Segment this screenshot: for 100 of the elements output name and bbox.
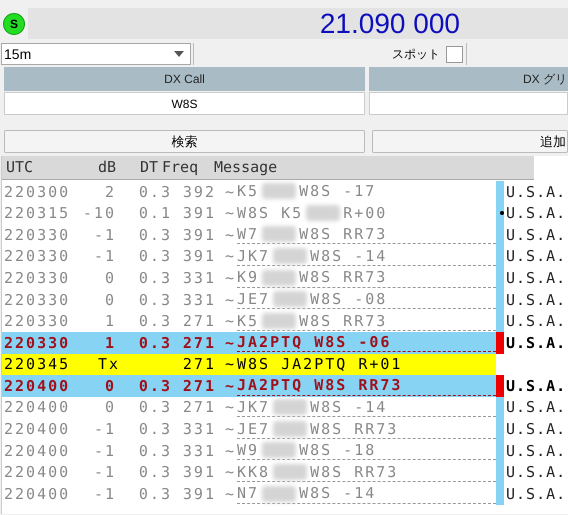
message-row[interactable]: 220400 -1 0.3 391 ~ N7 W8S -14 bbox=[2, 483, 496, 505]
utc-cell-text: 220330 bbox=[3, 268, 72, 289]
freq-cell-text: 271 bbox=[182, 311, 216, 332]
dt-cell-text: 0.3 bbox=[138, 268, 172, 289]
country-cell-text: U.S.A. bbox=[506, 311, 566, 332]
db-cell-text: -1 bbox=[92, 224, 116, 246]
freq-cell-text: 391 bbox=[182, 484, 216, 505]
country-cell-text: U.S.A. bbox=[506, 440, 566, 462]
dt-cell-text: 0.3 bbox=[138, 462, 172, 484]
message-row[interactable]: 220400 -1 0.3 331 ~ JE7 W8S RR73 bbox=[2, 418, 496, 440]
separator-cell-text: ~ bbox=[224, 397, 234, 418]
message-row[interactable]: 220400 -1 0.3 391 ~ KK8 W8S RR73 bbox=[2, 462, 496, 484]
message-text: K5 bbox=[237, 181, 260, 202]
message-text: W8S -14 bbox=[310, 396, 388, 418]
db-cell-text: 1 bbox=[104, 332, 116, 354]
spot-checkbox[interactable] bbox=[446, 46, 463, 62]
redaction-blur bbox=[273, 464, 308, 480]
redaction-blur bbox=[273, 248, 308, 264]
db-cell-text: -1 bbox=[92, 440, 116, 462]
db-cell-text: 0 bbox=[104, 290, 116, 311]
redaction-blur bbox=[262, 183, 296, 200]
utc-cell-text: 220400 bbox=[3, 462, 72, 484]
message-text: W8S RR73 bbox=[310, 462, 398, 483]
message-text: W8S -14 bbox=[299, 483, 376, 504]
highlighted-row[interactable]: 220400 0 0.3 271 ~ JA2PTQ W8S RR73 bbox=[2, 375, 496, 397]
message-text: JE7 bbox=[237, 289, 270, 310]
column-header: DX Call bbox=[4, 67, 365, 91]
message-text: W8S RR73 bbox=[299, 267, 388, 288]
redaction-blur bbox=[306, 204, 340, 221]
country-cell-text: U.S.A. bbox=[506, 419, 566, 440]
spot-label: スポット bbox=[392, 46, 440, 63]
message-text: W8S RR73 bbox=[299, 224, 388, 246]
freq-cell-text: 271 bbox=[182, 354, 216, 376]
utc-cell-text: 220400 bbox=[3, 419, 72, 440]
dt-cell-text: 0.1 bbox=[138, 203, 172, 224]
message-text: W8S RR73 bbox=[310, 418, 398, 440]
redaction-blur bbox=[273, 291, 308, 308]
message-row[interactable]: 220400 0 0.3 271 ~ JK7 W8S -14 bbox=[2, 396, 496, 419]
redaction-blur bbox=[273, 420, 308, 437]
message-text: KK8 bbox=[237, 462, 270, 483]
db-cell-text: -1 bbox=[92, 484, 116, 505]
message-row[interactable]: 220300 2 0.3 392 ~ K5 W8S -17 bbox=[2, 181, 496, 203]
column-header: DX グリ bbox=[369, 67, 568, 91]
separator-cell-text: ~ bbox=[224, 268, 234, 289]
dt-cell-text: 0.3 bbox=[138, 440, 172, 462]
dt-cell-text: 0.3 bbox=[138, 311, 172, 332]
freq-cell-text: 271 bbox=[182, 332, 216, 354]
db-cell-text: -10 bbox=[82, 203, 116, 224]
frequency-display: 21.090 000 bbox=[320, 10, 460, 38]
marker-bar bbox=[496, 332, 504, 354]
country-cell-text: U.S.A. bbox=[506, 332, 566, 354]
message-text: W8S -18 bbox=[299, 440, 376, 462]
country-cell-text: U.S.A. bbox=[506, 268, 566, 289]
message-row[interactable]: 220330 -1 0.3 391 ~ W7 W8S RR73 bbox=[2, 224, 496, 246]
freq-cell-text: 331 bbox=[182, 440, 216, 462]
message-text: JK7 bbox=[237, 246, 270, 267]
message-row[interactable]: 220330 0 0.3 331 ~ JE7 W8S -08 bbox=[2, 288, 496, 311]
country-cell-text: U.S.A. bbox=[506, 290, 566, 311]
redaction-blur bbox=[262, 486, 296, 502]
redaction-blur bbox=[262, 270, 296, 286]
message-text: JK7 bbox=[237, 396, 270, 418]
message-row[interactable]: 220330 0 0.3 331 ~ K9 W8S RR73 bbox=[2, 267, 496, 289]
freq-cell-text: 331 bbox=[182, 268, 216, 289]
dropdown-caret-icon bbox=[174, 51, 184, 57]
message-row[interactable]: 220400 -1 0.3 331 ~ W9 W8S -18 bbox=[2, 440, 496, 462]
db-cell-text: 0 bbox=[104, 376, 116, 397]
highlighted-row[interactable]: 220330 1 0.3 271 ~ JA2PTQ W8S -06 bbox=[2, 332, 496, 354]
utc-cell-text: 220330 bbox=[3, 311, 72, 332]
country-cell-text: U.S.A. bbox=[506, 376, 566, 397]
column-header: UTC bbox=[5, 157, 34, 178]
band-dropdown[interactable]: 15m bbox=[1, 43, 191, 65]
message-row[interactable]: 220315 -10 0.1 391 ~ W8S K5 R+00 bbox=[2, 202, 496, 224]
country-cell-text: U.S.A. bbox=[506, 224, 566, 246]
transmitted-row[interactable]: 220345 Tx 271 ~ W8S JA2PTQ R+01 bbox=[2, 354, 496, 376]
column-header: dB bbox=[96, 157, 116, 178]
dx-call-field[interactable]: W8S bbox=[4, 92, 365, 115]
message-row[interactable]: 220330 -1 0.3 391 ~ JK7 W8S -14 bbox=[2, 246, 496, 268]
utc-cell-text: 220400 bbox=[3, 376, 72, 397]
search-button[interactable]: 検索 bbox=[4, 130, 365, 153]
db-cell-text: 2 bbox=[104, 182, 116, 203]
column-header: Freq bbox=[162, 157, 200, 178]
country-cell-text: U.S.A. bbox=[506, 246, 566, 268]
utc-cell-text: 220330 bbox=[3, 246, 72, 268]
country-cell-text: U.S.A. bbox=[506, 203, 566, 224]
separator-cell-text: ~ bbox=[224, 419, 234, 440]
redaction-blur bbox=[262, 312, 296, 329]
dx-grid-field[interactable] bbox=[369, 92, 568, 115]
separator-cell-text: ~ bbox=[224, 290, 234, 311]
message-text: N7 bbox=[237, 483, 260, 504]
utc-cell-text: 220300 bbox=[3, 182, 72, 203]
separator-cell-text: ~ bbox=[224, 182, 234, 203]
country-cell-text: U.S.A. bbox=[506, 462, 566, 484]
message-text: W8S K5 bbox=[237, 202, 304, 224]
message-row[interactable]: 220330 1 0.3 271 ~ K5 W8S RR73 bbox=[2, 310, 496, 332]
utc-cell-text: 220330 bbox=[3, 332, 72, 354]
add-button[interactable]: 追加 bbox=[372, 130, 568, 153]
redaction-blur bbox=[273, 399, 308, 416]
message-text: W8S -14 bbox=[310, 246, 388, 267]
db-cell-text: -1 bbox=[92, 462, 116, 484]
dt-cell-text: 0.3 bbox=[138, 224, 172, 246]
